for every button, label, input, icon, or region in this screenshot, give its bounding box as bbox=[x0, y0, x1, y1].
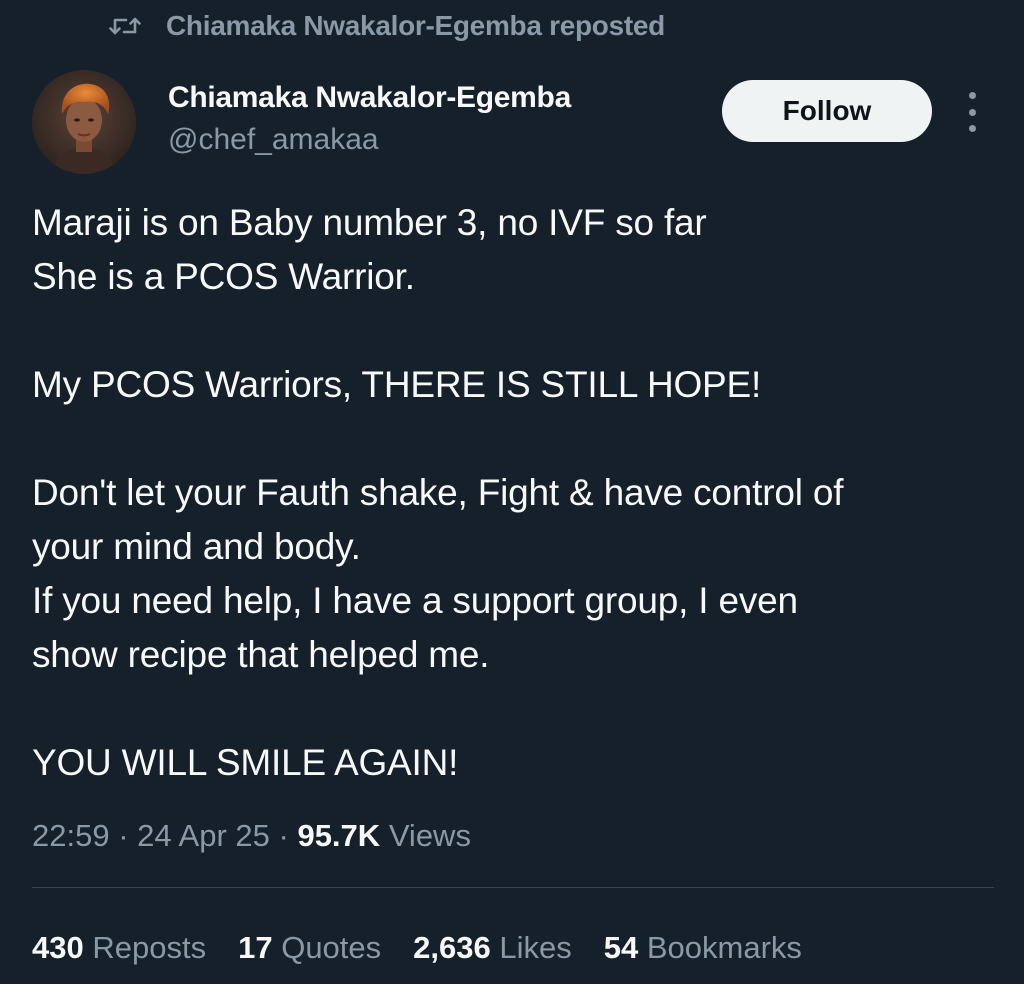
tweet-meta: 22:59 · 24 Apr 25 · 95.7K Views bbox=[32, 812, 471, 860]
author-name[interactable]: Chiamaka Nwakalor-Egemba bbox=[168, 76, 571, 120]
views-label[interactable]: Views bbox=[389, 818, 471, 853]
repost-icon bbox=[108, 11, 142, 41]
meta-separator: · bbox=[118, 818, 129, 853]
author-handle[interactable]: @chef_amakaa bbox=[168, 120, 571, 160]
meta-separator: · bbox=[278, 818, 289, 853]
likes-stat[interactable]: 2,636 Likes bbox=[413, 924, 572, 972]
avatar[interactable] bbox=[32, 70, 136, 174]
tweet-line: your mind and body. bbox=[32, 526, 361, 567]
repost-label[interactable]: Chiamaka Nwakalor-Egemba reposted bbox=[166, 10, 665, 42]
avatar-image bbox=[32, 70, 136, 174]
more-dot bbox=[968, 108, 976, 116]
quotes-label: Quotes bbox=[281, 930, 382, 965]
tweet-line-break bbox=[32, 682, 992, 736]
bookmarks-label: Bookmarks bbox=[646, 930, 802, 965]
tweet-line: Don't let your Fauth shake, Fight & have… bbox=[32, 472, 844, 513]
engagement-stats: 430 Reposts 17 Quotes 2,636 Likes 54 Boo… bbox=[32, 924, 834, 972]
tweet-line: My PCOS Warriors, THERE IS STILL HOPE! bbox=[32, 364, 762, 405]
views-count[interactable]: 95.7K bbox=[297, 818, 380, 853]
tweet-line: show recipe that helped me. bbox=[32, 634, 490, 675]
reposts-label: Reposts bbox=[92, 930, 207, 965]
tweet-line-break bbox=[32, 304, 992, 358]
divider bbox=[32, 887, 994, 888]
bookmarks-stat[interactable]: 54 Bookmarks bbox=[604, 924, 802, 972]
quotes-stat[interactable]: 17 Quotes bbox=[238, 924, 381, 972]
author-block[interactable]: Chiamaka Nwakalor-Egemba @chef_amakaa bbox=[168, 76, 571, 160]
tweet-text: Maraji is on Baby number 3, no IVF so fa… bbox=[32, 196, 992, 790]
tweet-line: She is a PCOS Warrior. bbox=[32, 256, 415, 297]
tweet-line: If you need help, I have a support group… bbox=[32, 580, 798, 621]
more-icon[interactable] bbox=[958, 92, 986, 132]
reposts-count: 430 bbox=[32, 930, 84, 965]
tweet-line: Maraji is on Baby number 3, no IVF so fa… bbox=[32, 202, 707, 243]
bookmarks-count: 54 bbox=[603, 930, 639, 965]
follow-button[interactable]: Follow bbox=[722, 80, 932, 142]
reposts-stat[interactable]: 430 Reposts bbox=[32, 924, 206, 972]
quotes-count: 17 bbox=[238, 930, 273, 965]
more-dot bbox=[968, 125, 976, 132]
tweet-line-break bbox=[32, 412, 992, 466]
more-dot bbox=[968, 92, 976, 99]
tweet-line: YOU WILL SMILE AGAIN! bbox=[32, 742, 459, 783]
tweet-date[interactable]: 24 Apr 25 bbox=[137, 818, 270, 853]
likes-label: Likes bbox=[499, 930, 572, 965]
tweet-time[interactable]: 22:59 bbox=[32, 818, 110, 853]
likes-count: 2,636 bbox=[413, 930, 491, 965]
repost-header[interactable]: Chiamaka Nwakalor-Egemba reposted bbox=[108, 8, 665, 44]
